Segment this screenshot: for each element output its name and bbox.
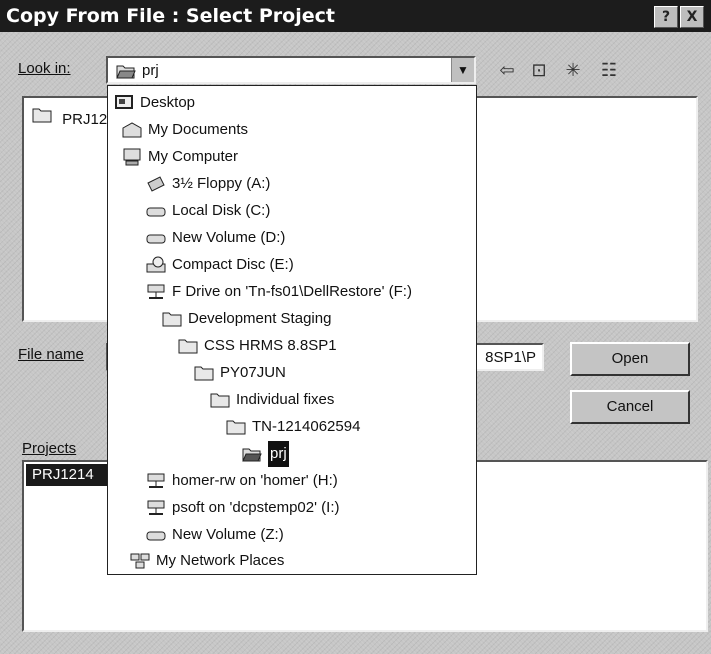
projects-label: Projects <box>22 440 77 457</box>
dropdown-item-new-volume-z[interactable]: New Volume (Z:) <box>146 522 284 548</box>
dropdown-item-network-places[interactable]: My Network Places <box>130 548 284 574</box>
dropdown-item-development-staging[interactable]: Development Staging <box>162 306 331 332</box>
dropdown-item-css-hrms[interactable]: CSS HRMS 8.8SP1 <box>178 333 337 359</box>
dropdown-item-tn-1214062594[interactable]: TN-1214062594 <box>226 414 360 440</box>
dropdown-item-label: F Drive on 'Tn-fs01\DellRestore' (F:) <box>172 283 412 300</box>
new-folder-icon[interactable]: ✳ <box>560 58 586 82</box>
dropdown-item-label: My Computer <box>148 148 239 165</box>
cancel-button[interactable]: Cancel <box>570 390 690 424</box>
dropdown-item-label: PY07JUN <box>220 364 286 381</box>
dropdown-item-label: prj <box>268 441 289 467</box>
folder-icon <box>178 337 198 355</box>
dropdown-item-desktop[interactable]: Desktop <box>114 90 195 116</box>
dropdown-item-psoft[interactable]: psoft on 'dcpstemp02' (I:) <box>146 495 339 521</box>
folder-icon <box>194 364 214 382</box>
folder-icon <box>226 418 246 436</box>
disk-icon <box>146 526 166 544</box>
look-in-label: Look in: <box>18 60 71 77</box>
help-button[interactable]: ? <box>654 6 678 28</box>
dropdown-item-label: Desktop <box>140 94 196 111</box>
network-drive-icon <box>146 499 166 517</box>
dropdown-item-py07jun[interactable]: PY07JUN <box>194 360 286 386</box>
open-folder-icon <box>242 445 262 463</box>
dropdown-item-new-volume-d[interactable]: New Volume (D:) <box>146 225 285 251</box>
dropdown-item-label: 3½ Floppy (A:) <box>172 175 271 192</box>
file-name-value: 8SP1\P <box>485 349 536 366</box>
dropdown-item-label: Individual fixes <box>236 391 335 408</box>
list-item[interactable]: PRJ12 <box>32 106 107 128</box>
cancel-button-label: Cancel <box>606 398 654 415</box>
dropdown-item-label: CSS HRMS 8.8SP1 <box>204 337 337 354</box>
dropdown-item-label: Local Disk (C:) <box>172 202 271 219</box>
window-title: Copy From File : Select Project <box>6 5 335 27</box>
dropdown-item-my-computer[interactable]: My Computer <box>122 144 238 170</box>
dropdown-item-label: Compact Disc (E:) <box>172 256 294 273</box>
chevron-down-icon[interactable]: ▼ <box>451 58 474 82</box>
open-button[interactable]: Open <box>570 342 690 376</box>
dropdown-item-individual-fixes[interactable]: Individual fixes <box>210 387 334 413</box>
dropdown-item-local-disk-c[interactable]: Local Disk (C:) <box>146 198 270 224</box>
open-button-label: Open <box>611 350 649 367</box>
disk-icon <box>146 229 166 247</box>
dropdown-item-f-drive[interactable]: F Drive on 'Tn-fs01\DellRestore' (F:) <box>146 279 412 305</box>
dropdown-item-homer[interactable]: homer-rw on 'homer' (H:) <box>146 468 338 494</box>
network-drive-icon <box>146 472 166 490</box>
dropdown-item-label: New Volume (D:) <box>172 229 286 246</box>
look-in-combobox[interactable]: prj ▼ <box>106 56 476 84</box>
disk-icon <box>146 202 166 220</box>
computer-icon <box>122 148 142 166</box>
cd-icon <box>146 256 166 274</box>
help-icon: ? <box>661 9 671 25</box>
dropdown-item-prj[interactable]: prj <box>242 441 289 467</box>
dropdown-item-compact-disc[interactable]: Compact Disc (E:) <box>146 252 294 278</box>
up-folder-icon[interactable]: ⊡ <box>526 58 552 82</box>
title-bar: Copy From File : Select Project ? X <box>0 0 711 32</box>
open-folder-icon <box>116 62 136 80</box>
folder-icon <box>162 310 182 328</box>
dropdown-item-label: My Network Places <box>156 552 285 569</box>
dropdown-item-label: Development Staging <box>188 310 332 327</box>
desktop-icon <box>114 94 134 112</box>
look-in-value: prj <box>142 62 159 79</box>
dropdown-item-label: TN-1214062594 <box>252 418 361 435</box>
folder-docs-icon <box>122 121 142 139</box>
dropdown-item-floppy[interactable]: 3½ Floppy (A:) <box>146 171 270 197</box>
list-item-label: PRJ12 <box>62 111 108 128</box>
floppy-icon <box>146 175 166 193</box>
view-menu-icon[interactable]: ☷ <box>596 58 622 82</box>
close-button[interactable]: X <box>680 6 704 28</box>
dropdown-item-label: My Documents <box>148 121 249 138</box>
select-project-dialog: Copy From File : Select Project ? X Look… <box>0 0 711 654</box>
dropdown-item-label: psoft on 'dcpstemp02' (I:) <box>172 499 340 516</box>
close-icon: X <box>686 9 698 25</box>
network-places-icon <box>130 552 150 570</box>
network-drive-icon <box>146 283 166 301</box>
dropdown-item-my-documents[interactable]: My Documents <box>122 117 248 143</box>
look-in-dropdown[interactable]: Desktop My Documents My Computer 3½ Flop… <box>107 85 477 575</box>
file-name-label: File name <box>18 346 84 363</box>
folder-icon <box>32 106 52 124</box>
dropdown-item-label: homer-rw on 'homer' (H:) <box>172 472 338 489</box>
folder-icon <box>210 391 230 409</box>
dropdown-item-label: New Volume (Z:) <box>172 526 284 543</box>
back-arrow-icon[interactable]: ⇦ <box>494 58 520 82</box>
